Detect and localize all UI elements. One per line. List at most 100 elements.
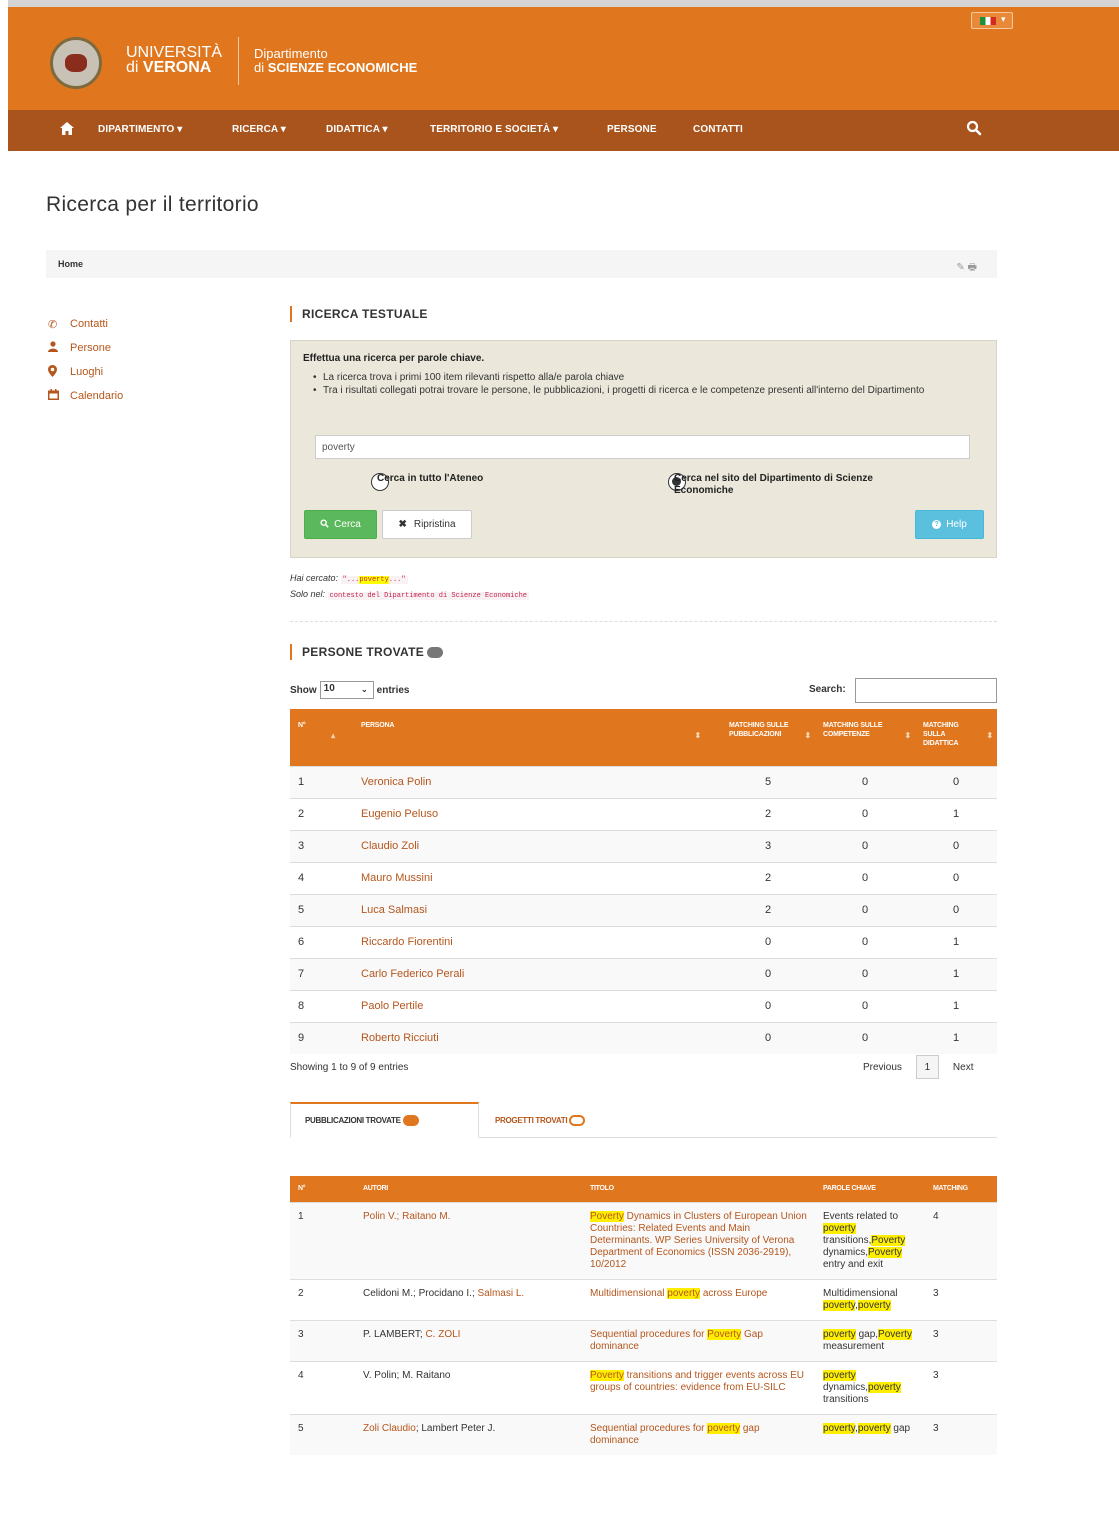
help-button[interactable]: ? Help (915, 510, 984, 539)
author-link[interactable]: Salmasi L. (478, 1288, 525, 1299)
text-search-section-title: RICERCA TESTUALE (290, 306, 428, 322)
person-name-link[interactable]: Luca Salmasi (361, 904, 427, 916)
nav-territorio-e-societa[interactable]: TERRITORIO E SOCIETÀ ▾ (430, 124, 558, 135)
reset-button-label: Ripristina (413, 519, 456, 530)
person-name-link[interactable]: Riccardo Fiorentini (361, 936, 453, 948)
column-header-matching-didattica[interactable]: MATCHING SULLA DIDATTICA ⬍ (915, 709, 997, 766)
publication-keywords-cell: poverty gap,Poverty measurement (815, 1320, 925, 1361)
print-icon[interactable]: 🖶 (968, 262, 977, 273)
sidebar-item-luoghi[interactable]: Luoghi (48, 360, 123, 384)
entries-select[interactable]: 10 ⌄ (319, 681, 374, 699)
matching-competences-count: 0 (861, 1000, 869, 1012)
radio-search-ateneo-label[interactable]: Cerca in tutto l'Ateneo (377, 473, 483, 484)
pub-column-autori[interactable]: AUTORI (355, 1176, 582, 1202)
matching-publications-count-cell: 2 (705, 798, 815, 830)
person-name-link-cell: Paolo Pertile (325, 990, 705, 1022)
person-name-link[interactable]: Claudio Zoli (361, 840, 419, 852)
publication-number: 2 (298, 1287, 304, 1299)
matching-competences-count-cell: 0 (815, 926, 915, 958)
page-title: Ricerca per il territorio (46, 193, 259, 216)
person-name-link-cell: Veronica Polin (325, 766, 705, 798)
pub-column-matching[interactable]: MATCHING (925, 1176, 997, 1202)
person-name-link[interactable]: Paolo Pertile (361, 1000, 423, 1012)
person-name-link[interactable]: Eugenio Peluso (361, 808, 438, 820)
close-icon: ✖ (398, 519, 407, 530)
university-name-line2: di VERONA (126, 60, 222, 76)
nav-didattica[interactable]: DIDATTICA ▾ (326, 124, 388, 135)
tab-pubblicazioni[interactable]: PUBBLICAZIONI TROVATE (290, 1102, 479, 1138)
sidebar-item-contatti[interactable]: ✆ Contatti (48, 312, 123, 336)
previous-page-button[interactable]: Previous (863, 1062, 902, 1073)
person-name-link[interactable]: Veronica Polin (361, 776, 431, 788)
divider (290, 621, 997, 622)
column-header-matching-pubblicazioni[interactable]: MATCHING SULLE PUBBLICAZIONI ⬍ (705, 709, 815, 766)
person-name-link[interactable]: Carlo Federico Perali (361, 968, 464, 980)
university-seal-logo[interactable] (50, 37, 102, 89)
author-link[interactable]: Zoli Claudio (363, 1423, 416, 1434)
publication-matching-cell: 3 (925, 1361, 997, 1414)
university-name-line1: UNIVERSITÀ (126, 44, 223, 61)
nav-dipartimento[interactable]: DIPARTIMENTO ▾ (98, 124, 182, 135)
publication-keywords-cell: poverty,poverty gap (815, 1414, 925, 1455)
pagination: Previous 1 Next (849, 1055, 987, 1079)
search-input[interactable] (315, 435, 970, 459)
language-selector[interactable]: ▾ (971, 12, 1013, 29)
matching-publications-count-cell: 2 (705, 894, 815, 926)
home-icon[interactable] (60, 122, 74, 136)
sidebar-item-persone[interactable]: Persone (48, 336, 123, 360)
current-page-button[interactable]: 1 (915, 1055, 939, 1079)
publication-title-cell[interactable]: Poverty transitions and trigger events a… (582, 1361, 815, 1414)
breadcrumb-home-link[interactable]: Home (58, 259, 83, 269)
person-number-cell: 9 (290, 1022, 325, 1054)
nav-persone[interactable]: PERSONE (607, 124, 657, 135)
publication-title-link[interactable]: Multidimensional poverty across Europe (590, 1287, 767, 1299)
publication-title-link[interactable]: Sequential procedures for poverty gap do… (590, 1422, 760, 1446)
publication-title-cell[interactable]: Sequential procedures for Poverty Gap do… (582, 1320, 815, 1361)
publication-title-cell[interactable]: Poverty Dynamics in Clusters of European… (582, 1202, 815, 1279)
proj-count-badge (569, 1114, 586, 1126)
search-button[interactable]: Cerca (304, 510, 377, 539)
entries-select-value: 10 (323, 683, 335, 694)
matching-publications-count-cell: 0 (705, 1022, 815, 1054)
university-name[interactable]: UNIVERSITÀ di VERONA (126, 44, 223, 76)
publication-number: 1 (298, 1210, 304, 1222)
column-header-matching-competenze[interactable]: MATCHING SULLE COMPETENZE ⬍ (815, 709, 915, 766)
department-name[interactable]: Dipartimento di SCIENZE ECONOMICHE (254, 47, 417, 75)
publication-matching-cell: 3 (925, 1320, 997, 1361)
logo-divider (238, 37, 239, 85)
pub-column-parole-chiave[interactable]: PAROLE CHIAVE (815, 1176, 925, 1202)
calendar-icon (48, 389, 70, 403)
publication-title-link[interactable]: Poverty transitions and trigger events a… (590, 1369, 804, 1393)
table-search-input[interactable] (855, 678, 997, 703)
publication-title-link[interactable]: Sequential procedures for Poverty Gap do… (590, 1328, 763, 1352)
publication-title-cell[interactable]: Multidimensional poverty across Europe (582, 1279, 815, 1320)
edit-icon[interactable]: ✎ (956, 262, 964, 273)
table-row: 7 Carlo Federico Perali 0 0 1 (290, 958, 997, 990)
tab-progetti[interactable]: PROGETTI TROVATI (495, 1102, 625, 1138)
pub-column-titolo[interactable]: TITOLO (582, 1176, 815, 1202)
column-header-n[interactable]: N° ▴ (290, 709, 335, 766)
matching-teaching-count-cell: 1 (915, 798, 997, 830)
publication-title-link[interactable]: Poverty Dynamics in Clusters of European… (590, 1210, 807, 1270)
reset-button[interactable]: ✖ Ripristina (382, 510, 472, 539)
publication-title-cell[interactable]: Sequential procedures for poverty gap do… (582, 1414, 815, 1455)
column-header-persona[interactable]: PERSONA ⬍ (325, 709, 705, 766)
person-name-link[interactable]: Mauro Mussini (361, 872, 433, 884)
pub-column-n[interactable]: N° (290, 1176, 355, 1202)
search-panel-heading: Effettua una ricerca per parole chiave. (303, 353, 485, 364)
publication-authors[interactable]: Polin V.; Raitano M. (363, 1211, 450, 1222)
searched-query-prefix: "... (342, 576, 360, 584)
sidebar-item-calendario[interactable]: Calendario (48, 384, 123, 408)
person-name-link[interactable]: Roberto Ricciuti (361, 1032, 439, 1044)
next-page-button[interactable]: Next (953, 1062, 974, 1073)
radio-search-department-label[interactable]: Cerca nel sito del Dipartimento di Scien… (674, 473, 914, 497)
italian-flag-icon (980, 17, 996, 25)
matching-competences-count-cell: 0 (815, 798, 915, 830)
publication-number: 4 (298, 1369, 304, 1381)
author-link[interactable]: C. ZOLI (425, 1329, 460, 1340)
search-icon[interactable] (966, 120, 984, 138)
nav-contatti[interactable]: CONTATTI (693, 124, 743, 135)
nav-ricerca[interactable]: RICERCA ▾ (232, 124, 286, 135)
matching-teaching-count: 1 (952, 1032, 960, 1045)
people-count-badge (427, 647, 444, 659)
